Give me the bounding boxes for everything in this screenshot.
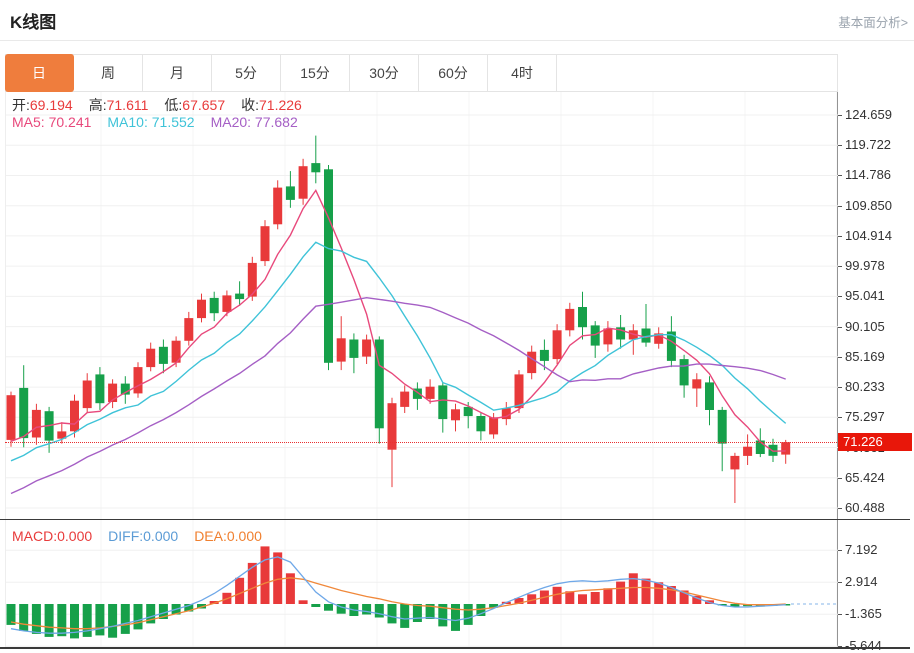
price-axis-label: 104.914 (838, 228, 892, 243)
legend-open: 开:69.194 (12, 97, 73, 113)
ohlc-legend: 开:69.194 高:71.611 低:67.657 收:71.226 (12, 95, 318, 115)
macd-axis-label: 7.192 (838, 542, 878, 557)
legend-ma20: MA20: 77.682 (211, 114, 298, 130)
legend-low: 低:67.657 (164, 97, 225, 113)
tab-30分[interactable]: 30分 (350, 55, 419, 91)
candlestick-chart[interactable] (6, 92, 838, 519)
tab-周[interactable]: 周 (74, 55, 143, 91)
tab-4时[interactable]: 4时 (488, 55, 557, 91)
price-axis-label: 85.169 (838, 349, 885, 364)
legend-high: 高:71.611 (89, 97, 149, 113)
tab-60分[interactable]: 60分 (419, 55, 488, 91)
tab-5分[interactable]: 5分 (212, 55, 281, 91)
macd-axis-label: 2.914 (838, 574, 878, 589)
price-axis-label: 119.722 (838, 137, 891, 152)
kline-widget: K线图 基本面分析> 日周月5分15分30分60分4时 开:69.194高:71… (0, 0, 914, 651)
price-axis-label: 80.233 (838, 379, 885, 394)
price-axis-label: 75.297 (838, 409, 885, 424)
tab-日[interactable]: 日 (5, 54, 74, 92)
tab-15分[interactable]: 15分 (281, 55, 350, 91)
panel-divider (0, 519, 910, 520)
price-axis-label: 99.978 (838, 258, 885, 273)
y-axis: 71.226 124.659 119.722 114.786 109.850 104.9… (838, 0, 914, 651)
price-axis-label: 95.041 (838, 288, 885, 303)
macd-legend: MACD:0.000 DIFF:0.000 DEA:0.000 (12, 528, 278, 544)
legend-ma5: MA5: 70.241 (12, 114, 91, 130)
price-axis-label: 65.424 (838, 470, 885, 485)
price-axis-label: 109.850 (838, 198, 892, 213)
price-axis-label: 114.786 (838, 167, 891, 182)
ma-legend: MA5: 70.241 MA10: 71.552 MA20: 77.682 (12, 114, 314, 130)
header-divider (0, 40, 914, 41)
chart-bottom-border (0, 647, 910, 649)
current-price-line (5, 442, 837, 443)
interval-tabs: 日周月5分15分30分60分4时 (5, 54, 838, 92)
legend-dea: DEA:0.000 (194, 528, 262, 544)
macd-axis-label: -1.365 (838, 606, 882, 621)
price-axis-label: 60.488 (838, 500, 885, 515)
ma5-line (11, 190, 786, 451)
page-title: K线图 (10, 8, 56, 33)
price-axis-label: 90.105 (838, 319, 885, 334)
legend-diff: DIFF:0.000 (108, 528, 178, 544)
current-price-tag: 71.226 (838, 433, 912, 451)
price-axis-label: 124.659 (838, 107, 892, 122)
legend-ma10: MA10: 71.552 (107, 114, 194, 130)
legend-macd: MACD:0.000 (12, 528, 92, 544)
chart-plot-area[interactable] (5, 92, 838, 648)
tab-月[interactable]: 月 (143, 55, 212, 91)
legend-close: 收:71.226 (241, 97, 302, 113)
